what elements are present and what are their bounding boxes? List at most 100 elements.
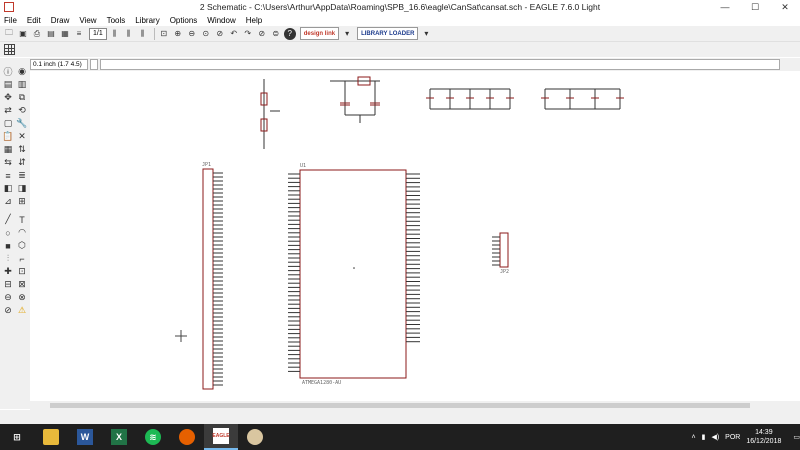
replace-icon[interactable]: ⇆	[2, 157, 14, 168]
menu-tools[interactable]: Tools	[107, 16, 126, 25]
grid-icon[interactable]	[4, 44, 15, 55]
taskbar-firefox[interactable]	[170, 424, 204, 450]
ripup-icon[interactable]: ⊖	[2, 292, 14, 303]
gateswap-icon[interactable]: ⇵	[16, 157, 28, 168]
paste-icon[interactable]: 📋	[2, 131, 14, 142]
taskbar-paint[interactable]	[238, 424, 272, 450]
erc-icon[interactable]: ⫼	[137, 28, 149, 40]
taskbar-explorer[interactable]	[34, 424, 68, 450]
schematic-drawing[interactable]: JP1 U1 ATMEGA1280-AU JP2	[30, 71, 800, 401]
zoom-out-icon[interactable]: ⊖	[186, 28, 198, 40]
move-icon[interactable]: ✥	[2, 92, 14, 103]
scrollbar-thumb[interactable]	[50, 403, 750, 408]
miter-icon[interactable]: ◨	[16, 183, 28, 194]
script-icon[interactable]: ≡	[73, 28, 85, 40]
menu-help[interactable]: Help	[246, 16, 262, 25]
value-icon[interactable]: ≣	[16, 170, 28, 181]
group-icon[interactable]: ▢	[2, 118, 14, 129]
arc-icon[interactable]: ◠	[16, 227, 28, 238]
delete-icon[interactable]: ✕	[16, 131, 28, 142]
bus-icon[interactable]: ⫶	[2, 253, 14, 264]
help-icon[interactable]: ?	[283, 27, 296, 40]
command-input[interactable]	[100, 59, 780, 70]
zoom-fit-icon[interactable]: ⊡	[158, 28, 170, 40]
layer-visibility-icon[interactable]: ▥	[16, 79, 28, 90]
menu-window[interactable]: Window	[207, 16, 235, 25]
notification-icon[interactable]: ▭	[793, 433, 800, 441]
menu-draw[interactable]: Draw	[51, 16, 70, 25]
connector-jp1[interactable]: JP1	[202, 162, 223, 390]
menu-options[interactable]: Options	[170, 16, 198, 25]
warning-icon[interactable]: ⚠	[16, 305, 28, 316]
stop-icon[interactable]: ⊘	[256, 28, 268, 40]
name-icon[interactable]: ≡	[2, 170, 14, 181]
menu-file[interactable]: File	[4, 16, 17, 25]
use-icon[interactable]: ⫼	[109, 28, 121, 40]
pinswap-icon[interactable]: ⇅	[16, 144, 28, 155]
attribute-icon[interactable]: ⊟	[2, 279, 14, 290]
minimize-button[interactable]: —	[710, 0, 740, 14]
split-icon[interactable]: ⊿	[2, 196, 14, 207]
taskbar-excel[interactable]: X	[102, 424, 136, 450]
polygon-icon[interactable]: ⬡	[16, 240, 28, 251]
smash-icon[interactable]: ◧	[2, 183, 14, 194]
menu-library[interactable]: Library	[135, 16, 159, 25]
redo-icon[interactable]: ↷	[242, 28, 254, 40]
command-history-button[interactable]	[90, 59, 98, 70]
taskbar-word[interactable]: W	[68, 424, 102, 450]
open-icon[interactable]: 🗀	[3, 28, 15, 40]
schematic-canvas[interactable]: JP1 U1 ATMEGA1280-AU JP2	[30, 71, 800, 401]
taskbar-spotify[interactable]: ≋	[136, 424, 170, 450]
sheet-select[interactable]: 1/1	[89, 27, 107, 40]
add-icon[interactable]: ▦	[2, 144, 14, 155]
print-icon[interactable]: ⎙	[31, 28, 43, 40]
info-icon[interactable]: ⓘ	[2, 66, 14, 77]
label-icon[interactable]: ⊡	[16, 266, 28, 277]
zoom-redraw-icon[interactable]: ⊙	[200, 28, 212, 40]
cam-icon[interactable]: ▤	[45, 28, 57, 40]
rotate-icon[interactable]: ⟲	[16, 105, 28, 116]
layer-icon[interactable]: ▤	[2, 79, 14, 90]
go-icon[interactable]: ⊜	[270, 28, 282, 40]
invoke-icon[interactable]: ⊞	[16, 196, 28, 207]
library-loader-button[interactable]: LIBRARY LOADER	[357, 27, 419, 40]
chevron-down-icon[interactable]: ▾	[341, 28, 353, 40]
text-icon[interactable]: T	[16, 214, 28, 225]
wire-icon[interactable]: ╱	[2, 214, 14, 225]
connector-jp2-label: JP2	[500, 269, 509, 275]
close-button[interactable]: ✕	[770, 0, 800, 14]
volume-icon[interactable]: ◀)	[711, 433, 719, 441]
circle-icon[interactable]: ○	[2, 227, 14, 238]
errors-icon[interactable]: ⊘	[2, 305, 14, 316]
dimension-icon[interactable]: ⊠	[16, 279, 28, 290]
keyboard-language[interactable]: POR	[725, 434, 740, 441]
start-button[interactable]: ⊞	[0, 424, 34, 450]
designlink-button[interactable]: design link	[299, 27, 340, 40]
zoom-in-icon[interactable]: ⊕	[172, 28, 184, 40]
horizontal-scrollbar[interactable]	[30, 401, 800, 410]
rect-icon[interactable]: ■	[2, 240, 14, 251]
change-icon[interactable]: 🔧	[16, 118, 28, 129]
taskbar-eagle[interactable]: EAGLE	[204, 424, 238, 450]
net-icon[interactable]: ⌐	[16, 253, 28, 264]
clock[interactable]: 14:39 16/12/2018	[746, 428, 781, 446]
chevron-down-icon[interactable]: ▾	[420, 28, 432, 40]
undo-icon[interactable]: ↶	[228, 28, 240, 40]
menu-edit[interactable]: Edit	[27, 16, 41, 25]
copy-icon[interactable]: ⧉	[16, 92, 28, 103]
mirror-icon[interactable]: ⇄	[2, 105, 14, 116]
connector-jp2[interactable]: JP2	[492, 232, 509, 275]
save-icon[interactable]: ▣	[17, 28, 29, 40]
eye-icon[interactable]: ◉	[16, 66, 28, 77]
left-toolbar: ⓘ ◉ ▤ ▥ ✥ ⧉ ⇄ ⟲ ▢ 🔧 📋 ✕ ▦ ⇅ ⇆ ⇵ ≡ ≣ ◧ ◨ ⊿ ⊞ ╱ T ○ ◠ ■…	[0, 64, 30, 409]
erc-icon-left[interactable]: ⊗	[16, 292, 28, 303]
board-icon[interactable]: ▦	[59, 28, 71, 40]
microcontroller-u1[interactable]: U1 ATMEGA1280-AU	[288, 163, 420, 386]
zoom-select-icon[interactable]: ⊘	[214, 28, 226, 40]
menu-view[interactable]: View	[79, 16, 96, 25]
junction-icon[interactable]: ✚	[2, 266, 14, 277]
tray-chevron-icon[interactable]: ˄	[691, 434, 695, 441]
run-icon[interactable]: ⫼	[123, 28, 135, 40]
maximize-button[interactable]: ☐	[740, 0, 770, 14]
network-icon[interactable]: ▮	[702, 433, 706, 441]
